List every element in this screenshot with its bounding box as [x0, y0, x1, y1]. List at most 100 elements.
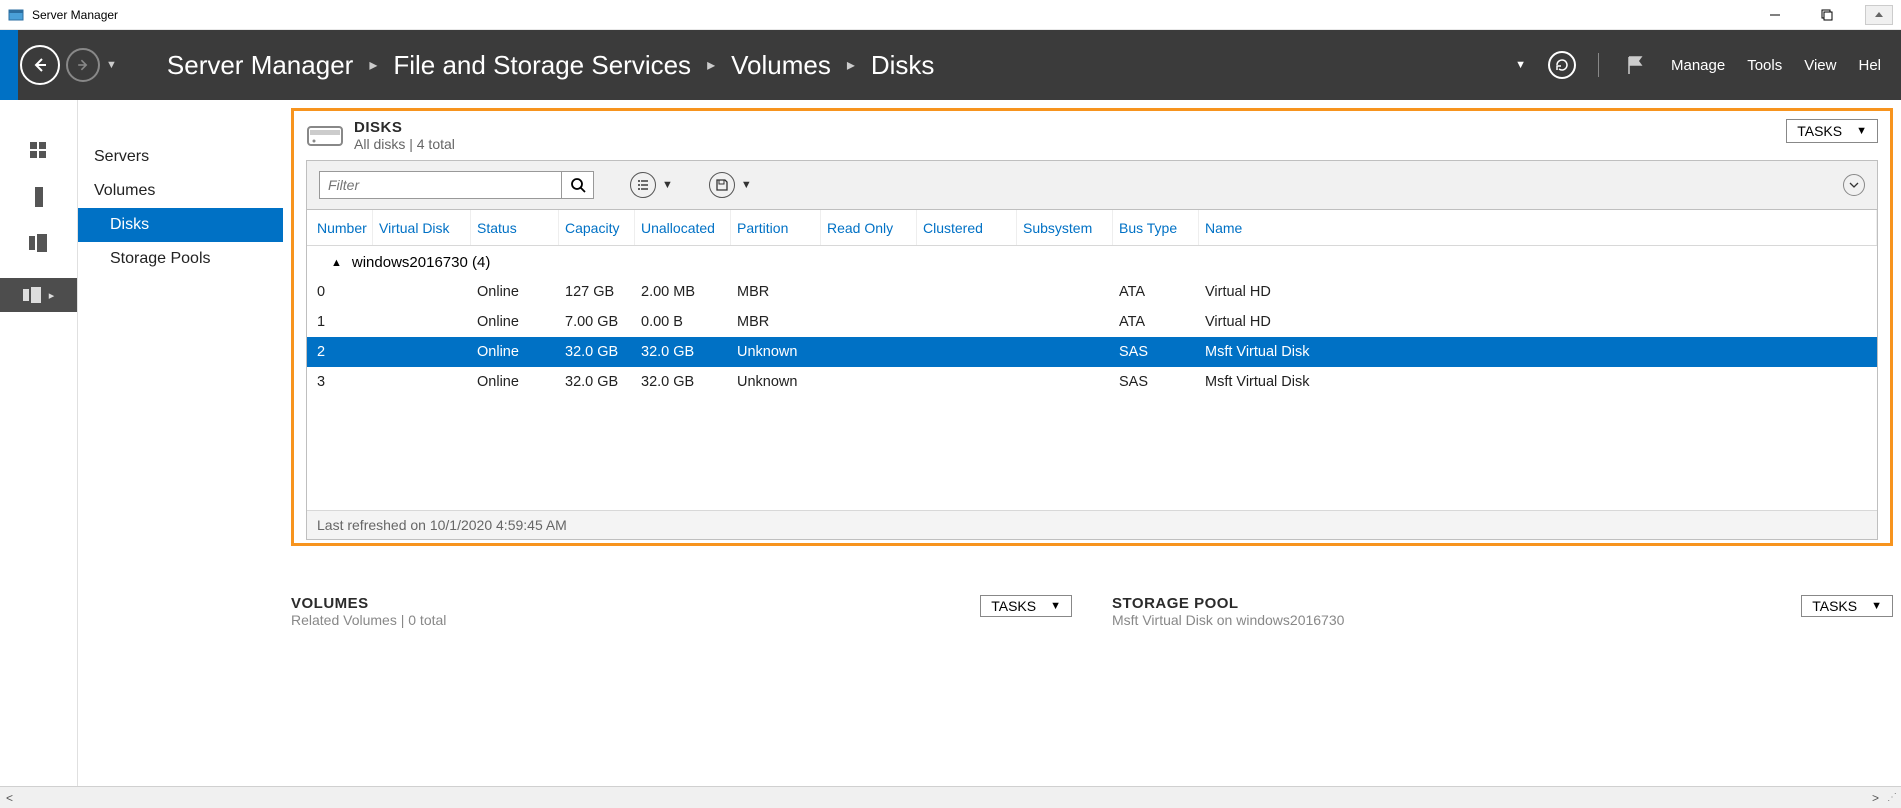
menu-manage[interactable]: Manage [1671, 57, 1725, 74]
storage-pool-subtitle: Msft Virtual Disk on windows2016730 [1112, 612, 1344, 628]
breadcrumb-services[interactable]: File and Storage Services [393, 50, 691, 81]
nav-back-button[interactable] [20, 45, 60, 85]
flag-icon[interactable] [1621, 51, 1649, 79]
chevron-down-icon: ▼ [1856, 125, 1867, 137]
maximize-button[interactable] [1813, 5, 1841, 25]
disks-frame: DISKS All disks | 4 total TASKS ▼ [291, 108, 1893, 546]
cell-capacity: 32.0 GB [559, 374, 635, 390]
filter-bar: ▼ ▼ [306, 160, 1878, 210]
horizontal-scrollbar[interactable]: < > ⋰ [0, 786, 1901, 808]
cell-name: Msft Virtual Disk [1199, 374, 1877, 390]
tasks-label: TASKS [1797, 123, 1842, 139]
col-unallocated[interactable]: Unallocated [635, 210, 731, 245]
breadcrumb-sep-icon: ▸ [847, 55, 855, 75]
table-row[interactable]: 2Online32.0 GB32.0 GBUnknownSASMsft Virt… [307, 337, 1877, 367]
col-subsystem[interactable]: Subsystem [1017, 210, 1113, 245]
divider [1598, 53, 1599, 77]
resize-grip-icon[interactable]: ⋰ [1887, 792, 1895, 803]
chevron-down-icon[interactable]: ▼ [741, 179, 752, 191]
nav-sidebar: Servers Volumes Disks Storage Pools [78, 100, 283, 786]
col-virtual-disk[interactable]: Virtual Disk [373, 210, 471, 245]
scroll-left-icon[interactable]: < [6, 791, 13, 805]
col-partition[interactable]: Partition [731, 210, 821, 245]
table-row[interactable]: 1Online7.00 GB0.00 BMBRATAVirtual HD [307, 307, 1877, 337]
chevron-right-icon: ▸ [49, 289, 55, 302]
last-refreshed-text: Last refreshed on 10/1/2020 4:59:45 AM [307, 510, 1877, 539]
nav-history-dropdown[interactable]: ▼ [106, 59, 117, 71]
cell-partition: MBR [731, 314, 821, 330]
app-icon [8, 7, 24, 23]
cell-name: Msft Virtual Disk [1199, 344, 1877, 360]
sidebar-item-volumes[interactable]: Volumes [78, 174, 283, 208]
search-button[interactable] [561, 171, 593, 199]
expand-panel-button[interactable] [1843, 174, 1865, 196]
cell-status: Online [471, 374, 559, 390]
breadcrumb-volumes[interactable]: Volumes [731, 50, 831, 81]
col-capacity[interactable]: Capacity [559, 210, 635, 245]
breadcrumb-root[interactable]: Server Manager [167, 50, 353, 81]
cell-status: Online [471, 344, 559, 360]
scroll-right-icon[interactable]: > [1872, 791, 1879, 805]
collapse-icon[interactable]: ▲ [331, 257, 342, 269]
cell-partition: Unknown [731, 344, 821, 360]
titlebar: Server Manager [0, 0, 1901, 30]
table-row[interactable]: 3Online32.0 GB32.0 GBUnknownSASMsft Virt… [307, 367, 1877, 397]
cell-unallocated: 2.00 MB [635, 284, 731, 300]
storage-pool-panel: STORAGE POOL Msft Virtual Disk on window… [1112, 595, 1893, 628]
chevron-down-icon[interactable]: ▼ [662, 179, 673, 191]
tasks-label: TASKS [1812, 598, 1857, 614]
dashboard-icon[interactable] [28, 140, 50, 162]
cell-capacity: 32.0 GB [559, 344, 635, 360]
volumes-tasks-button[interactable]: TASKS ▼ [980, 595, 1072, 617]
header-bar: ▼ Server Manager ▸ File and Storage Serv… [0, 30, 1901, 100]
cell-unallocated: 32.0 GB [635, 344, 731, 360]
col-read-only[interactable]: Read Only [821, 210, 917, 245]
col-name[interactable]: Name [1199, 210, 1877, 245]
group-label: windows2016730 (4) [352, 254, 490, 271]
group-row[interactable]: ▲ windows2016730 (4) [307, 246, 1877, 277]
cell-unallocated: 32.0 GB [635, 374, 731, 390]
header-dropdown-caret[interactable]: ▼ [1515, 59, 1526, 71]
refresh-button[interactable] [1548, 51, 1576, 79]
cell-number: 2 [307, 344, 373, 360]
sidebar-item-storage-pools[interactable]: Storage Pools [78, 242, 283, 276]
save-view-button[interactable] [709, 172, 735, 198]
cell-number: 0 [307, 284, 373, 300]
cell-name: Virtual HD [1199, 284, 1877, 300]
cell-capacity: 127 GB [559, 284, 635, 300]
col-number[interactable]: Number [307, 210, 373, 245]
disks-subtitle: All disks | 4 total [354, 136, 455, 152]
cell-partition: Unknown [731, 374, 821, 390]
menu-tools[interactable]: Tools [1747, 57, 1782, 74]
nav-forward-button[interactable] [66, 48, 100, 82]
chevron-down-icon: ▼ [1871, 600, 1882, 612]
list-options-button[interactable] [630, 172, 656, 198]
sidebar-item-servers[interactable]: Servers [78, 140, 283, 174]
filter-input[interactable] [320, 177, 561, 193]
breadcrumb-disks[interactable]: Disks [871, 50, 935, 81]
col-status[interactable]: Status [471, 210, 559, 245]
cell-number: 3 [307, 374, 373, 390]
tasks-button[interactable]: TASKS ▼ [1786, 119, 1878, 143]
col-clustered[interactable]: Clustered [917, 210, 1017, 245]
sidebar-item-disks[interactable]: Disks [78, 208, 283, 242]
servers-group-icon[interactable] [28, 232, 50, 254]
col-bus-type[interactable]: Bus Type [1113, 210, 1199, 245]
cell-bustype: SAS [1113, 344, 1199, 360]
scroll-up-button[interactable] [1865, 5, 1893, 25]
minimize-button[interactable] [1761, 5, 1789, 25]
menu-view[interactable]: View [1804, 57, 1836, 74]
cell-number: 1 [307, 314, 373, 330]
storage-pool-tasks-button[interactable]: TASKS ▼ [1801, 595, 1893, 617]
file-storage-icon[interactable]: ▸ [0, 278, 77, 312]
cell-capacity: 7.00 GB [559, 314, 635, 330]
accent-stripe [0, 30, 18, 100]
menu-help[interactable]: Hel [1858, 57, 1881, 74]
filter-input-wrap [319, 171, 594, 199]
table-row[interactable]: 0Online127 GB2.00 MBMBRATAVirtual HD [307, 277, 1877, 307]
cell-status: Online [471, 284, 559, 300]
server-icon[interactable] [28, 186, 50, 208]
storage-pool-title: STORAGE POOL [1112, 595, 1344, 612]
breadcrumb: Server Manager ▸ File and Storage Servic… [167, 50, 935, 81]
disk-icon [306, 121, 344, 149]
